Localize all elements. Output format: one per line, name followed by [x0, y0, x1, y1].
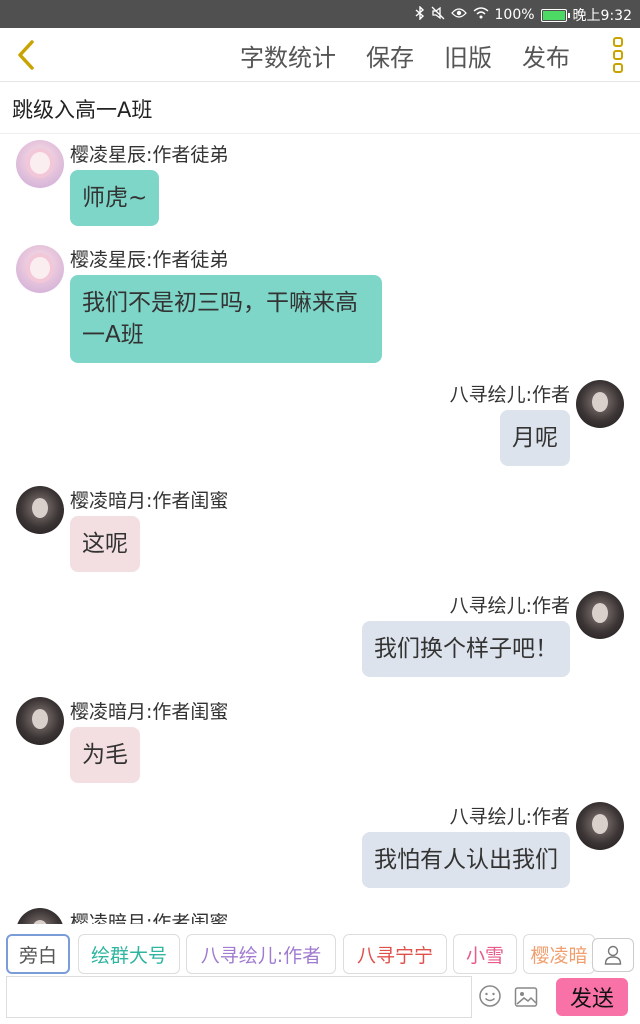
status-icons: 100% 晚上9:32 [415, 5, 632, 25]
more-dot [613, 63, 623, 73]
role-chip[interactable]: 绘群大号 [78, 934, 180, 974]
avatar[interactable] [16, 697, 64, 745]
chevron-left-icon [18, 40, 34, 70]
toolbar-actions: 字数统计 保存 旧版 发布 [240, 28, 570, 82]
role-selector: 旁白 绘群大号 八寻绘儿:作者 八寻宁宁 小雪 樱凌暗 [0, 932, 640, 978]
chat-message: 樱凌暗月:作者闺蜜 这呢 [0, 480, 640, 580]
message-bubble[interactable]: 我们不是初三吗，干嘛来高一A班 [70, 275, 382, 363]
word-count-button[interactable]: 字数统计 [240, 38, 336, 73]
chat-message: 樱凌星辰:作者徒弟 师虎~ [0, 134, 640, 234]
publish-button[interactable]: 发布 [522, 38, 570, 73]
chat-list[interactable]: 樱凌星辰:作者徒弟 师虎~ 樱凌星辰:作者徒弟 我们不是初三吗，干嘛来高一A班 … [0, 134, 640, 924]
battery-icon [540, 8, 570, 22]
send-button[interactable]: 发送 [556, 978, 628, 1016]
smiley-icon[interactable] [478, 984, 502, 1008]
sender-name: 八寻绘儿:作者 [449, 384, 570, 406]
composer: 发送 [0, 976, 640, 1024]
chapter-title[interactable]: 跳级入高一A班 [0, 82, 640, 134]
sender-name: 八寻绘儿:作者 [449, 806, 570, 828]
role-chip[interactable]: 樱凌暗 [523, 934, 595, 974]
sender-name: 八寻绘儿:作者 [449, 595, 570, 617]
avatar[interactable] [16, 140, 64, 188]
chat-message: 樱凌星辰:作者徒弟 我们不是初三吗，干嘛来高一A班 [0, 239, 640, 369]
message-bubble[interactable]: 师虎~ [70, 170, 160, 226]
avatar[interactable] [576, 380, 624, 428]
message-input[interactable] [6, 976, 472, 1018]
clock: 晚上9:32 [572, 8, 632, 24]
more-dot [613, 50, 623, 60]
sender-name: 樱凌暗月:作者闺蜜 [70, 490, 229, 512]
message-bubble[interactable]: 月呢 [500, 410, 570, 466]
chat-message: 八寻绘儿:作者 月呢 [0, 374, 640, 474]
wifi-icon [473, 7, 489, 23]
message-bubble[interactable]: 这呢 [70, 516, 140, 572]
back-button[interactable] [6, 34, 46, 76]
image-icon[interactable] [514, 986, 538, 1008]
avatar[interactable] [16, 486, 64, 534]
message-bubble[interactable]: 为毛 [70, 727, 140, 783]
sender-name: 樱凌暗月:作者闺蜜 [70, 701, 229, 723]
chat-message: 樱凌暗月:作者闺蜜 为毛 [0, 691, 640, 791]
sender-name: 樱凌星辰:作者徒弟 [70, 249, 229, 271]
mute-icon [431, 6, 445, 24]
avatar[interactable] [16, 908, 64, 924]
avatar[interactable] [576, 802, 624, 850]
sender-name: 樱凌暗月:作者闺蜜 [70, 912, 229, 924]
role-chip[interactable]: 小雪 [453, 934, 517, 974]
chat-message: 八寻绘儿:作者 我怕有人认出我们 [0, 796, 640, 896]
avatar[interactable] [16, 245, 64, 293]
user-icon[interactable] [592, 938, 634, 972]
avatar[interactable] [576, 591, 624, 639]
bluetooth-icon [415, 5, 425, 24]
save-button[interactable]: 保存 [366, 38, 414, 73]
message-bubble[interactable]: 我们换个样子吧！ [362, 621, 570, 677]
old-version-button[interactable]: 旧版 [444, 38, 492, 73]
sender-name: 樱凌星辰:作者徒弟 [70, 144, 229, 166]
more-vertical-icon[interactable] [610, 37, 626, 73]
status-bar: 100% 晚上9:32 [0, 0, 640, 28]
message-bubble[interactable]: 我怕有人认出我们 [362, 832, 570, 888]
more-dot [613, 37, 623, 47]
role-chip[interactable]: 八寻宁宁 [343, 934, 447, 974]
chat-message: 樱凌暗月:作者闺蜜 [0, 902, 640, 924]
role-chip[interactable]: 八寻绘儿:作者 [186, 934, 336, 974]
role-chip-narration[interactable]: 旁白 [6, 934, 70, 974]
battery-percent: 100% [494, 7, 535, 23]
chat-message: 八寻绘儿:作者 我们换个样子吧！ [0, 585, 640, 685]
top-toolbar: 字数统计 保存 旧版 发布 [0, 28, 640, 82]
eye-icon [450, 7, 467, 23]
